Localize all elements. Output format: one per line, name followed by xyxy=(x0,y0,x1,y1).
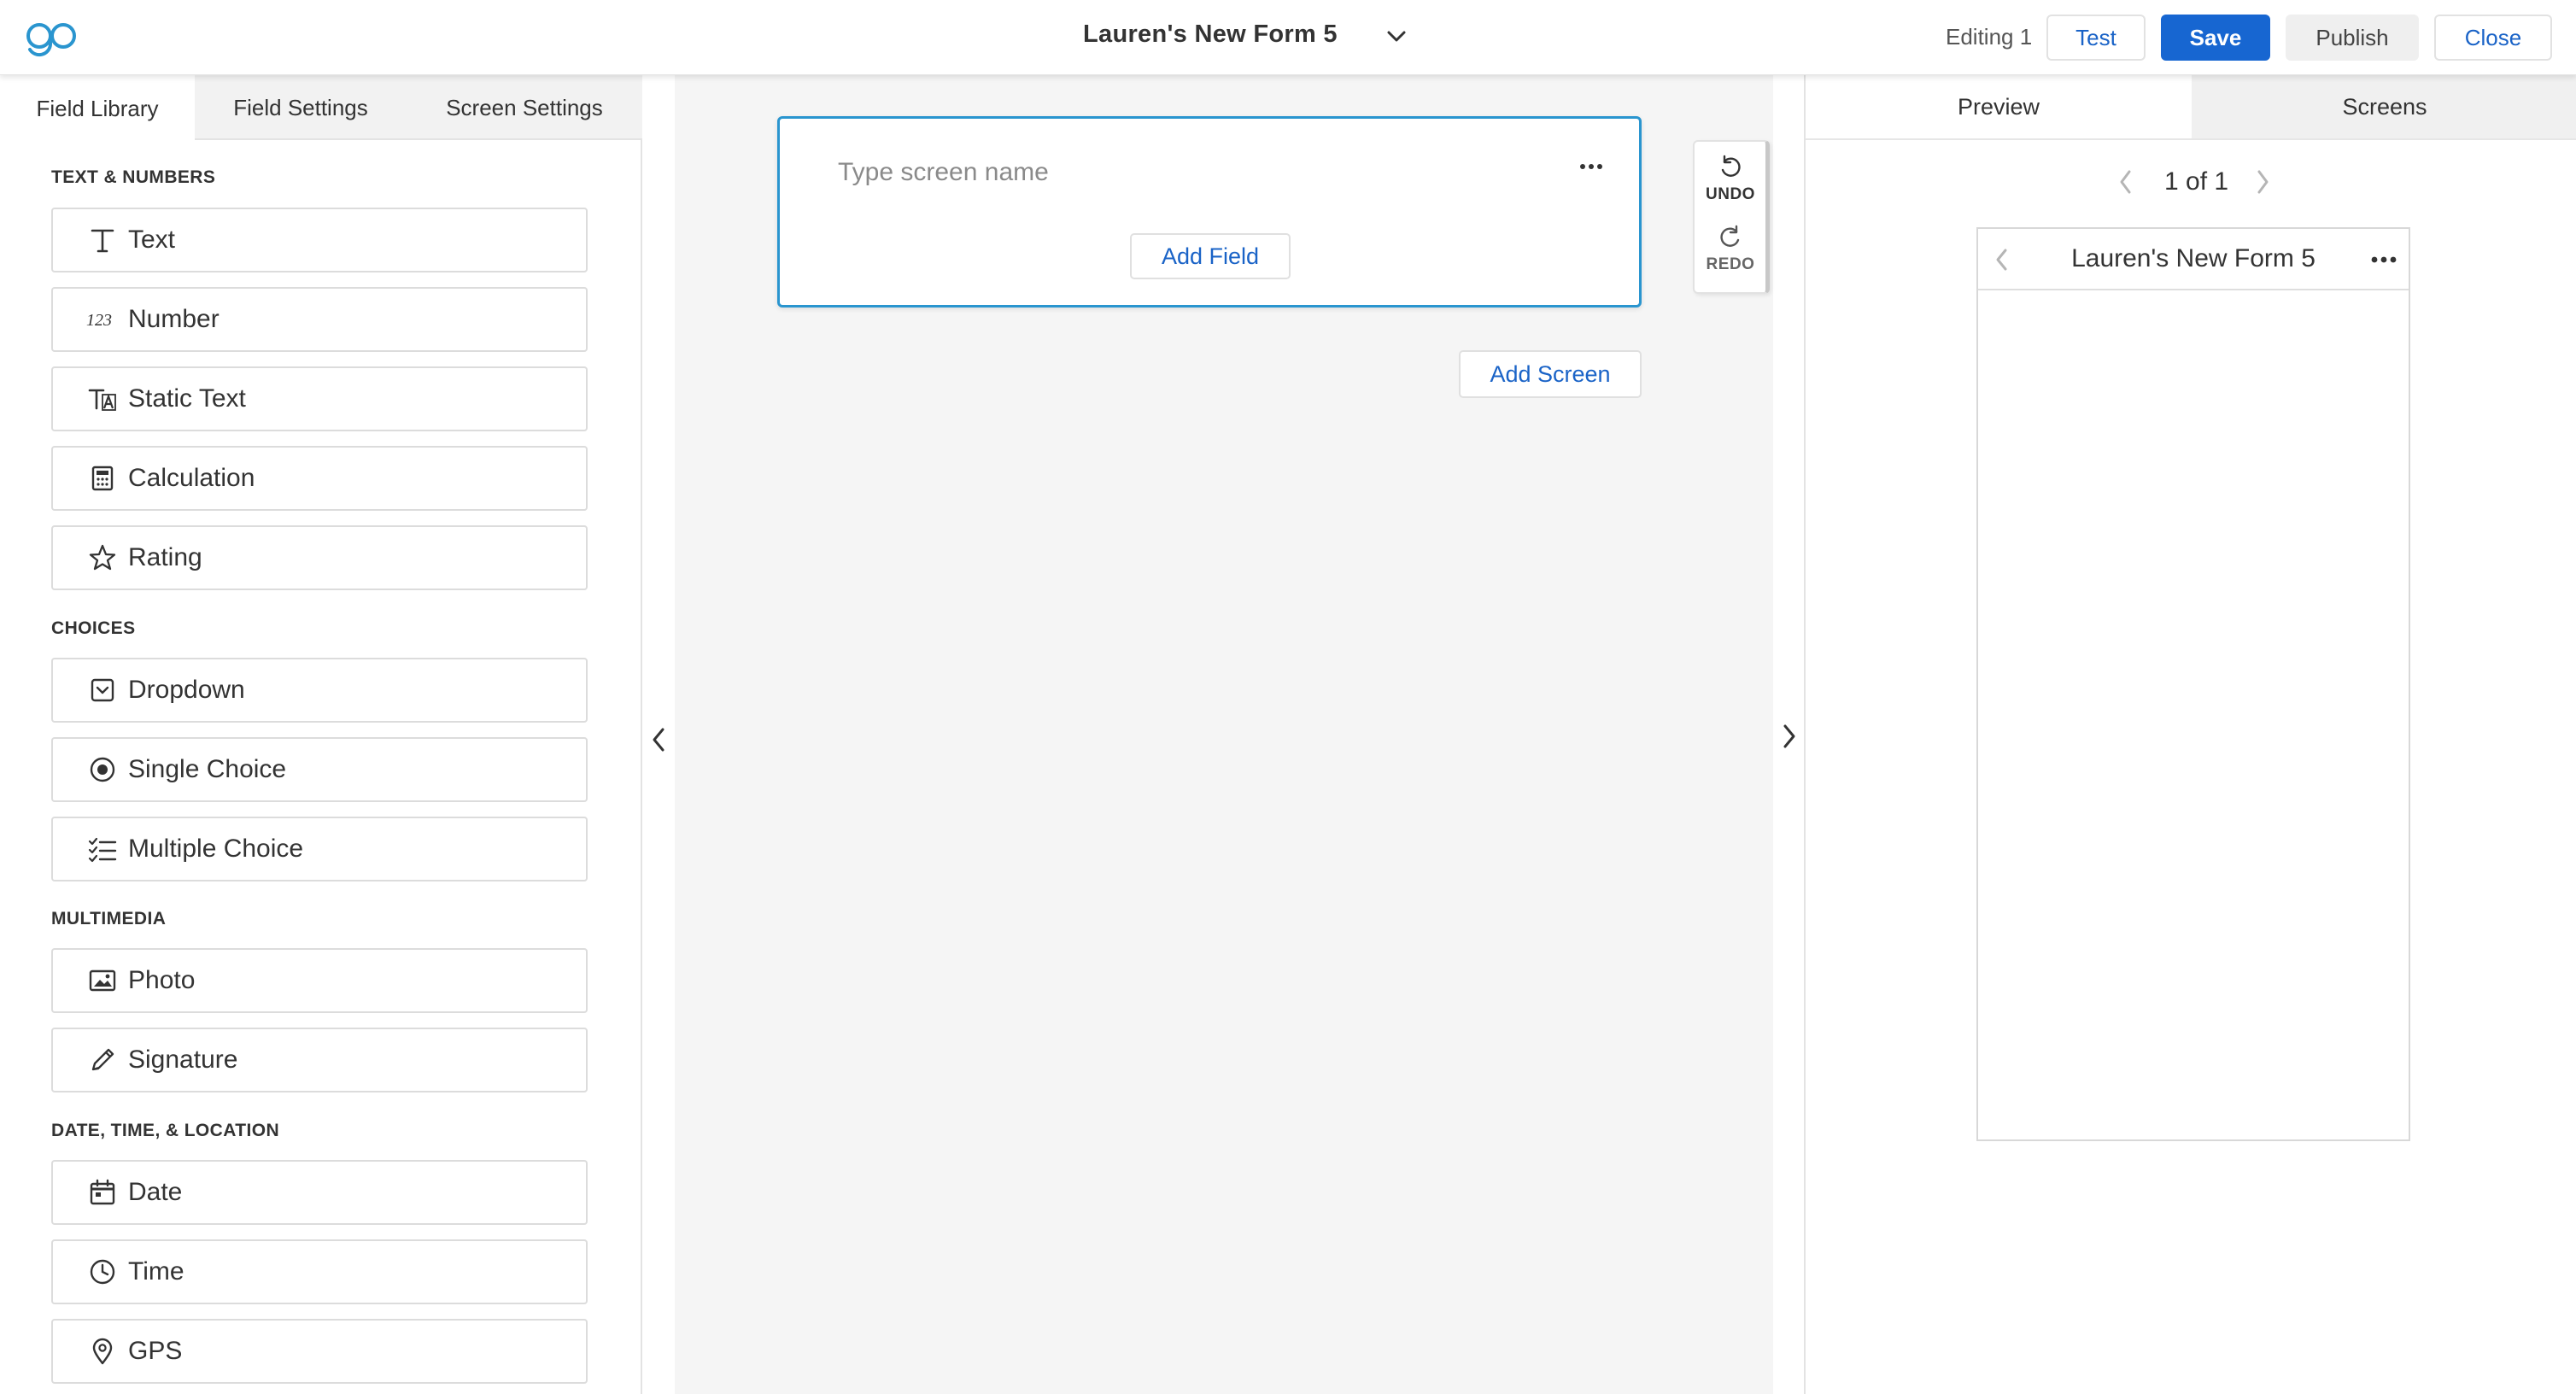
add-screen-button[interactable]: Add Screen xyxy=(1459,350,1642,398)
field-label: GPS xyxy=(128,1337,183,1365)
chevron-right-icon[interactable] xyxy=(2250,166,2275,198)
field-rating[interactable]: Rating xyxy=(51,525,588,590)
undo-icon xyxy=(1721,155,1741,177)
more-options-icon[interactable] xyxy=(1574,156,1608,177)
screen-card[interactable]: Add Field xyxy=(777,116,1642,308)
dropdown-icon xyxy=(85,673,120,707)
section-heading-multimedia: MULTIMEDIA xyxy=(51,909,167,928)
save-button[interactable]: Save xyxy=(2161,15,2270,61)
collapse-left-panel-icon[interactable] xyxy=(646,723,671,757)
field-label: Static Text xyxy=(128,384,246,413)
redo-label: REDO xyxy=(1706,255,1755,273)
publish-button[interactable]: Publish xyxy=(2286,15,2419,61)
calendar-icon xyxy=(85,1175,120,1210)
field-label: Text xyxy=(128,226,176,254)
form-canvas: Add Field Add Screen UNDO REDO xyxy=(675,75,1773,1394)
field-calculation[interactable]: Calculation xyxy=(51,446,588,511)
field-label: Signature xyxy=(128,1046,238,1074)
number-icon: 123 xyxy=(85,302,120,337)
tab-field-library[interactable]: Field Library xyxy=(0,75,195,142)
checklist-icon xyxy=(85,832,120,866)
section-heading-text-numbers: TEXT & NUMBERS xyxy=(51,167,216,187)
field-text[interactable]: Text xyxy=(51,208,588,272)
chevron-down-icon[interactable] xyxy=(1384,22,1409,51)
preview-panel: Preview Screens 1 of 1 Lauren's New Form… xyxy=(1804,75,2576,1394)
phone-preview: Lauren's New Form 5 xyxy=(1976,227,2410,1141)
top-bar: Lauren's New Form 5 Editing 1 Test Save … xyxy=(0,0,2576,75)
tab-preview[interactable]: Preview xyxy=(1806,75,2192,140)
field-label: Rating xyxy=(128,543,202,571)
section-heading-choices: CHOICES xyxy=(51,618,136,638)
field-number[interactable]: 123 Number xyxy=(51,287,588,352)
more-options-icon[interactable] xyxy=(2368,251,2400,268)
field-signature[interactable]: Signature xyxy=(51,1028,588,1092)
calculator-icon xyxy=(85,461,120,495)
field-label: Calculation xyxy=(128,464,255,492)
field-label: Number xyxy=(128,305,220,333)
phone-header: Lauren's New Form 5 xyxy=(1978,229,2409,290)
test-button[interactable]: Test xyxy=(2046,15,2146,61)
chevron-left-icon[interactable] xyxy=(2113,166,2139,198)
static-text-icon xyxy=(85,382,120,416)
clock-icon xyxy=(85,1255,120,1289)
location-pin-icon xyxy=(85,1334,120,1368)
field-static-text[interactable]: Static Text xyxy=(51,366,588,431)
redo-button[interactable]: REDO xyxy=(1695,215,1766,284)
field-gps[interactable]: GPS xyxy=(51,1319,588,1384)
field-label: Dropdown xyxy=(128,676,245,704)
phone-title: Lauren's New Form 5 xyxy=(2071,244,2315,272)
field-single-choice[interactable]: Single Choice xyxy=(51,737,588,802)
field-dropdown[interactable]: Dropdown xyxy=(51,658,588,723)
pen-icon xyxy=(85,1043,120,1077)
undo-redo-toolbar: UNDO REDO xyxy=(1693,140,1770,294)
field-label: Date xyxy=(128,1178,183,1206)
left-panel-tabs: Field Library Field Settings Screen Sett… xyxy=(0,75,642,142)
redo-icon xyxy=(1720,225,1740,247)
form-title[interactable]: Lauren's New Form 5 xyxy=(1083,20,1338,49)
tab-screen-settings[interactable]: Screen Settings xyxy=(407,75,642,140)
radio-icon xyxy=(85,753,120,787)
tab-screens[interactable]: Screens xyxy=(2192,75,2576,140)
tab-field-settings[interactable]: Field Settings xyxy=(195,75,407,140)
editing-status: Editing 1 xyxy=(1946,24,2033,50)
text-icon xyxy=(85,223,120,257)
field-time[interactable]: Time xyxy=(51,1239,588,1304)
star-icon xyxy=(85,541,120,575)
go-logo-icon[interactable] xyxy=(24,17,80,60)
section-heading-date-time-location: DATE, TIME, & LOCATION xyxy=(51,1121,280,1140)
field-photo[interactable]: Photo xyxy=(51,948,588,1013)
field-label: Photo xyxy=(128,966,196,994)
add-field-button[interactable]: Add Field xyxy=(1130,233,1291,279)
svg-text:123: 123 xyxy=(86,311,112,330)
preview-pager: 1 of 1 xyxy=(1806,161,2576,203)
field-library-panel: Field Library Field Settings Screen Sett… xyxy=(0,75,642,1394)
collapse-right-panel-icon[interactable] xyxy=(1777,719,1802,753)
field-multiple-choice[interactable]: Multiple Choice xyxy=(51,817,588,882)
field-date[interactable]: Date xyxy=(51,1160,588,1225)
undo-label: UNDO xyxy=(1706,185,1755,203)
field-label: Time xyxy=(128,1257,184,1286)
screen-name-input[interactable] xyxy=(838,158,1521,187)
close-button[interactable]: Close xyxy=(2434,15,2552,61)
field-label: Multiple Choice xyxy=(128,835,304,863)
field-label: Single Choice xyxy=(128,755,287,783)
page-indicator: 1 of 1 xyxy=(2164,167,2229,196)
photo-icon xyxy=(85,964,120,998)
undo-button[interactable]: UNDO xyxy=(1695,145,1766,214)
